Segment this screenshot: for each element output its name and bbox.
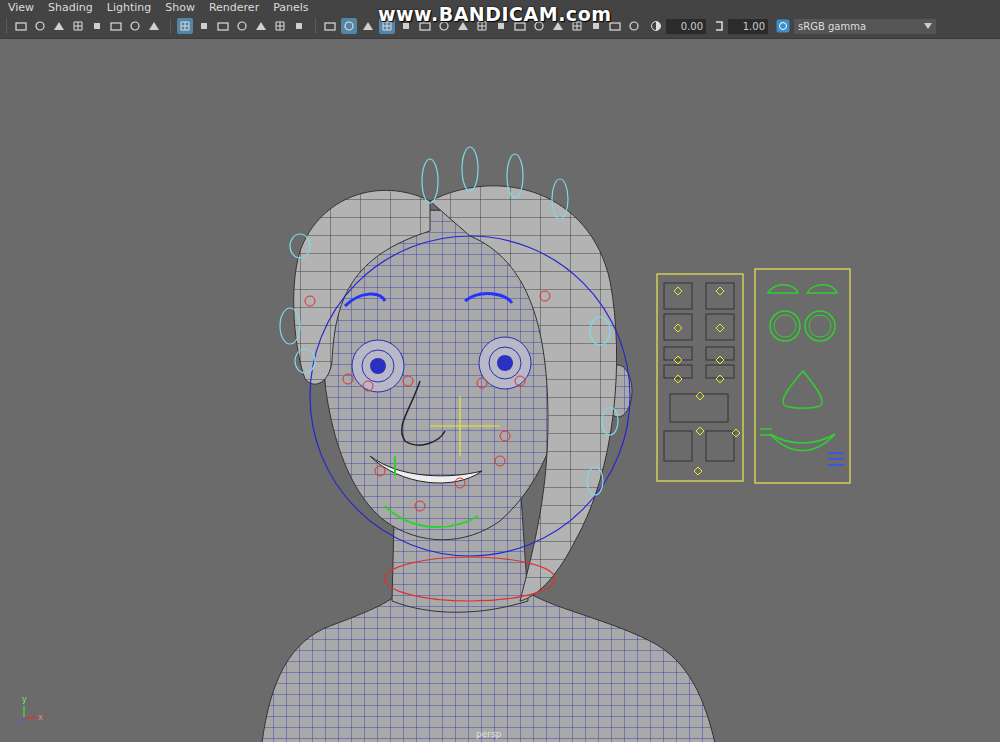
gamma-control: 1.00: [714, 19, 768, 34]
toolbar-group: [170, 18, 307, 34]
toolbar-button[interactable]: [341, 18, 357, 34]
tool-icon: [15, 20, 27, 32]
exposure-control: 0.00: [650, 19, 706, 34]
toolbar-button[interactable]: [360, 18, 376, 34]
tool-icon: [628, 20, 640, 32]
color-management-icon[interactable]: [776, 19, 790, 33]
menu-item[interactable]: Lighting: [107, 1, 151, 14]
eye[interactable]: [352, 340, 404, 392]
color-space-dropdown[interactable]: sRGB gamma: [794, 19, 936, 34]
face-control[interactable]: [375, 466, 385, 476]
tool-icon: [236, 20, 248, 32]
tool-icon: [198, 20, 210, 32]
hair-control[interactable]: [590, 317, 610, 345]
tool-icon: [129, 20, 141, 32]
menu-item[interactable]: Shading: [48, 1, 93, 14]
face-control[interactable]: [305, 296, 315, 306]
nose[interactable]: [402, 381, 445, 445]
toolbar-button[interactable]: [13, 18, 29, 34]
face-control[interactable]: [363, 381, 373, 391]
hair-right[interactable]: [430, 186, 617, 601]
toolbar-button[interactable]: [127, 18, 143, 34]
tool-icon: [274, 20, 286, 32]
gamma-icon: [714, 20, 724, 32]
face-control[interactable]: [343, 374, 353, 384]
toolbar-button[interactable]: [32, 18, 48, 34]
toolbar-button[interactable]: [146, 18, 162, 34]
tool-icon: [72, 20, 84, 32]
face-control[interactable]: [415, 501, 425, 511]
toolbar-button[interactable]: [108, 18, 124, 34]
toolbar-button[interactable]: [196, 18, 212, 34]
hair-control[interactable]: [602, 407, 618, 435]
face-control[interactable]: [495, 456, 505, 466]
hair-control[interactable]: [507, 154, 523, 198]
toolbar-button[interactable]: [253, 18, 269, 34]
toolbar-button[interactable]: [234, 18, 250, 34]
menu-item[interactable]: Renderer: [209, 1, 259, 14]
toolbar-button[interactable]: [89, 18, 105, 34]
face-control[interactable]: [500, 431, 510, 441]
maya-viewport-window: View Shading Lighting Show Renderer Panels 0.0…: [0, 0, 1000, 742]
character-viewport[interactable]: [0, 39, 1000, 742]
hair-control[interactable]: [290, 234, 310, 258]
face-control[interactable]: [540, 291, 550, 301]
toolbar-button[interactable]: [291, 18, 307, 34]
toolbar-group: [6, 18, 162, 34]
tool-icon: [179, 20, 191, 32]
head-control[interactable]: [310, 236, 630, 556]
locator[interactable]: [430, 396, 500, 456]
menu-item[interactable]: Show: [165, 1, 195, 14]
tool-icon: [217, 20, 229, 32]
tool-icon: [255, 20, 267, 32]
dropdown-arrow-icon: [924, 23, 932, 29]
hair-control[interactable]: [422, 159, 438, 203]
tool-icon: [362, 20, 374, 32]
neck-control[interactable]: [385, 557, 555, 601]
camera-label: persp: [476, 729, 501, 739]
gamma-field[interactable]: 1.00: [728, 19, 768, 34]
tool-icon: [343, 20, 355, 32]
tool-icon: [91, 20, 103, 32]
viewport[interactable]: yxpersp: [0, 39, 1000, 742]
tool-icon: [148, 20, 160, 32]
hair-control[interactable]: [462, 147, 478, 191]
hair-control[interactable]: [280, 308, 300, 344]
tool-icon: [34, 20, 46, 32]
face-control[interactable]: [515, 376, 525, 386]
hair-control[interactable]: [587, 467, 603, 495]
toolbar-button[interactable]: [177, 18, 193, 34]
exposure-icon: [650, 20, 662, 32]
menu-item[interactable]: Panels: [273, 1, 308, 14]
exposure-field[interactable]: 0.00: [666, 19, 706, 34]
toolbar-button[interactable]: [51, 18, 67, 34]
color-space-control: sRGB gamma: [776, 19, 936, 34]
axis-label: y: [22, 696, 27, 704]
tool-icon: [110, 20, 122, 32]
jaw-control[interactable]: [385, 456, 478, 527]
toolbar-button[interactable]: [70, 18, 86, 34]
menu-item[interactable]: View: [8, 1, 34, 14]
toolbar-button[interactable]: [272, 18, 288, 34]
axis-gizmo: yx: [16, 696, 46, 724]
axis-label: x: [38, 714, 43, 722]
face-picker[interactable]: [657, 269, 850, 483]
hair-control[interactable]: [552, 179, 568, 219]
mouth[interactable]: [370, 456, 482, 483]
face-control[interactable]: [477, 378, 487, 388]
toolbar-button[interactable]: [626, 18, 642, 34]
brow-control[interactable]: [345, 294, 512, 306]
hair-control[interactable]: [295, 349, 315, 373]
toolbar-button[interactable]: [215, 18, 231, 34]
toolbar-button[interactable]: [322, 18, 338, 34]
tool-icon: [53, 20, 65, 32]
recording-watermark: www.BANDICAM.com: [378, 3, 611, 25]
face-control[interactable]: [403, 376, 413, 386]
tool-icon: [324, 20, 336, 32]
tool-icon: [293, 20, 305, 32]
face-control[interactable]: [455, 478, 465, 488]
